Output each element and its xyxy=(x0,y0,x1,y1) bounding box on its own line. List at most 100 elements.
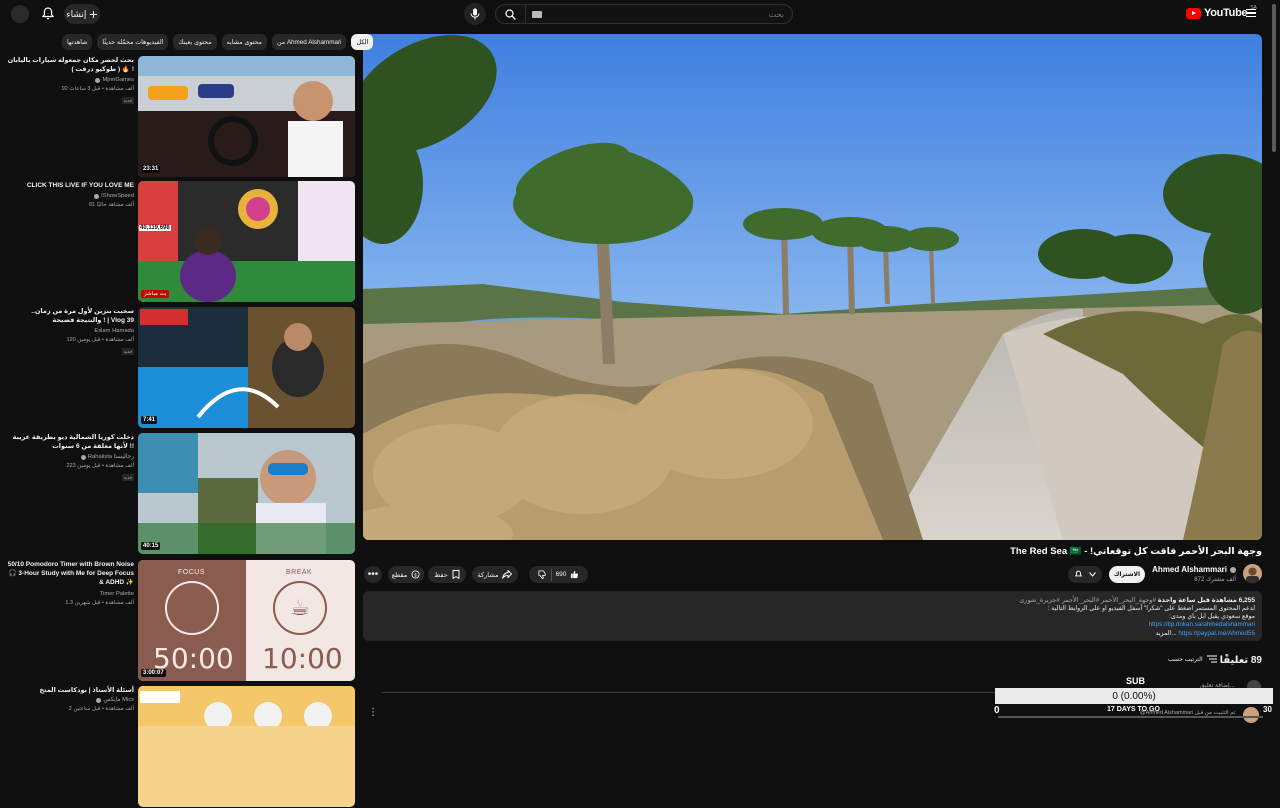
dislike-button[interactable] xyxy=(538,570,547,579)
keyboard-icon[interactable] xyxy=(532,10,542,18)
notifications-bell-icon[interactable] xyxy=(40,6,56,22)
show-more-button[interactable]: ...المزيد xyxy=(1155,630,1176,637)
notification-preferences-button[interactable] xyxy=(1068,566,1102,583)
like-count: 690 xyxy=(555,571,567,578)
share-label: مشاركة xyxy=(477,571,499,579)
sub-counter-label: SUB xyxy=(1126,676,1146,686)
video-thumbnail[interactable]: 7:41 xyxy=(138,307,355,428)
related-channel-name: Eslam Hamada xyxy=(94,328,134,334)
dislike-icon xyxy=(538,570,546,579)
related-meta: 1.3 ألف مشاهدة • قبل شهرين xyxy=(65,600,134,606)
related-channel-name: Timer Palette xyxy=(99,591,134,597)
comment-author-avatar[interactable] xyxy=(1243,707,1259,723)
video-player[interactable] xyxy=(363,34,1262,540)
live-badge: بث مباشر xyxy=(141,290,170,298)
video-thumbnail[interactable]: 40:15 xyxy=(138,433,355,554)
related-meta: 223 ألف مشاهدة • قبل يومين xyxy=(66,463,134,469)
related-channel[interactable]: Timer Palette xyxy=(100,591,134,597)
save-button[interactable]: حفظ xyxy=(428,566,466,583)
search-button[interactable] xyxy=(496,5,526,23)
chip-watched[interactable]: شاهدتها xyxy=(62,34,93,50)
sort-icon xyxy=(1206,655,1217,663)
share-button[interactable]: مشاركة xyxy=(472,566,518,583)
break-time: 10:00 xyxy=(262,642,343,675)
create-button-label: إنشاء xyxy=(66,8,87,19)
youtube-play-icon xyxy=(1186,7,1201,19)
bell-icon xyxy=(1074,570,1083,577)
related-video-item[interactable]: 40,119,698 بث مباشر CLICK THIS LIVE IF Y… xyxy=(0,181,356,303)
new-badge: جديد xyxy=(122,474,134,481)
related-channel[interactable]: Rahalista رحاليستا xyxy=(80,454,134,460)
like-button[interactable] xyxy=(570,570,579,579)
video-thumbnail[interactable]: FOCUS BREAK ☕ 50:00 10:00 3:00:07 xyxy=(138,560,355,681)
subscribed-button[interactable]: الاشتراك xyxy=(1109,566,1145,583)
search-icon xyxy=(505,8,516,20)
duration-badge: 7:41 xyxy=(141,416,158,424)
description-box[interactable]: 6,255 مشاهدة قبل ساعة واحدة #وجهة_البحر_… xyxy=(363,591,1262,641)
chip-similar[interactable]: محتوى مشابه xyxy=(221,34,267,50)
channel-name[interactable]: Ahmed Alshammari xyxy=(1152,565,1236,574)
more-actions-button[interactable]: ••• xyxy=(364,566,382,583)
top-bar: إنشاء + YouTube SA xyxy=(0,0,1280,28)
thanks-icon: $ xyxy=(411,570,420,579)
subscriber-count: 872 ألف مشترك xyxy=(1194,577,1236,583)
related-title: CLICK THIS LIVE IF YOU LOVE ME xyxy=(26,182,134,189)
description-link-1[interactable]: https://tip.dokan.sa/ahmedalshammari xyxy=(370,621,1255,629)
video-thumbnail[interactable]: 40,119,698 بث مباشر xyxy=(138,181,355,302)
coffee-icon: ☕ xyxy=(273,581,327,635)
related-video-item[interactable]: 23:31 بحث لحضر مكان جمعوله سيارات بالياب… xyxy=(0,56,356,178)
chip-recently-uploaded[interactable]: الفيديوهات محمّلة حديثًا xyxy=(97,34,169,50)
related-channel[interactable]: IShowSpeed xyxy=(94,193,134,199)
video-thumbnail[interactable] xyxy=(138,686,355,807)
like-icon xyxy=(571,570,579,579)
clip-button[interactable]: مقطع $ xyxy=(388,566,424,583)
related-title: سحبت بنزين لأول مرة من زمان.. والنتيجة ف… xyxy=(31,308,134,324)
study-icon xyxy=(165,581,219,635)
sub-counter-end: 30 xyxy=(1263,705,1272,714)
related-video-item[interactable]: 7:41 سحبت بنزين لأول مرة من زمان.. والنت… xyxy=(0,307,356,429)
chip-all[interactable]: الكل xyxy=(351,34,374,50)
video-thumbnail[interactable]: 23:31 xyxy=(138,56,355,177)
video-title: وجهة البحر الأحمر فاقت كل توقعاتي! - The… xyxy=(1010,546,1262,557)
related-channel-name: Rahalista رحاليستا xyxy=(87,454,134,460)
chip-for-you[interactable]: محتوى بعينك xyxy=(173,34,217,50)
new-badge: جديد xyxy=(122,348,134,355)
comment-more-icon[interactable]: ⋮ xyxy=(368,707,378,718)
focus-label: FOCUS xyxy=(178,569,205,576)
verified-icon xyxy=(80,454,86,460)
account-avatar[interactable] xyxy=(11,5,29,23)
chip-from-channel[interactable]: من Ahmed Alshammari xyxy=(271,34,347,50)
related-video-item[interactable]: أسئلة الأستاذ | بودكاست المتخ مايكس Mics… xyxy=(0,686,356,808)
related-meta: 81 ألف مشاهد حاليًا xyxy=(88,202,134,208)
logo-text: YouTube xyxy=(1204,7,1248,19)
related-channel[interactable]: مايكس Mics xyxy=(96,697,134,703)
sort-comments-button[interactable]: الترتيب حسب xyxy=(1168,655,1217,663)
divider xyxy=(550,568,552,581)
sort-label: الترتيب حسب xyxy=(1168,656,1203,663)
search-input[interactable] xyxy=(542,5,792,23)
search-box xyxy=(495,4,793,24)
related-channel-name: مايكس Mics xyxy=(103,697,134,703)
sub-counter-value: 0 (0.00%) xyxy=(995,688,1273,704)
related-title: دخلت كوريا الشمالية ديو بطريقة غريبة لأن… xyxy=(12,434,134,450)
chevron-down-icon xyxy=(1089,572,1096,577)
sub-counter-progress xyxy=(998,716,1263,718)
description-link-2[interactable]: https://paypal.me/Ahmed55 xyxy=(1178,630,1255,637)
menu-icon[interactable] xyxy=(1246,9,1256,17)
related-title: 50/10 Pomodoro Timer with Brown Noise 🎧 … xyxy=(7,561,134,586)
create-button[interactable]: إنشاء + xyxy=(64,4,100,24)
related-channel[interactable]: MjrmGames xyxy=(95,77,134,83)
related-channel[interactable]: Eslam Hamada xyxy=(94,328,134,334)
related-video-item[interactable]: FOCUS BREAK ☕ 50:00 10:00 3:00:07 50/10 … xyxy=(0,560,356,682)
plus-icon: + xyxy=(89,6,98,22)
hashtags[interactable]: #وجهة_البحر_الأحمر #البحر_الأحمر #جزيرة_… xyxy=(1019,597,1156,604)
verified-icon xyxy=(94,193,100,199)
related-video-item[interactable]: 40:15 دخلت كوريا الشمالية ديو بطريقة غري… xyxy=(0,433,356,555)
page-scrollbar[interactable] xyxy=(1272,4,1276,152)
svg-text:$: $ xyxy=(415,572,418,577)
description-line-1: لدعم المحتوى المستمر اضغط على "شكرا" أسف… xyxy=(1047,605,1255,612)
duration-badge: 40:15 xyxy=(141,542,161,550)
channel-avatar[interactable] xyxy=(1243,564,1262,583)
voice-search-mic-icon[interactable] xyxy=(464,3,486,25)
duration-badge: 23:31 xyxy=(141,165,161,173)
